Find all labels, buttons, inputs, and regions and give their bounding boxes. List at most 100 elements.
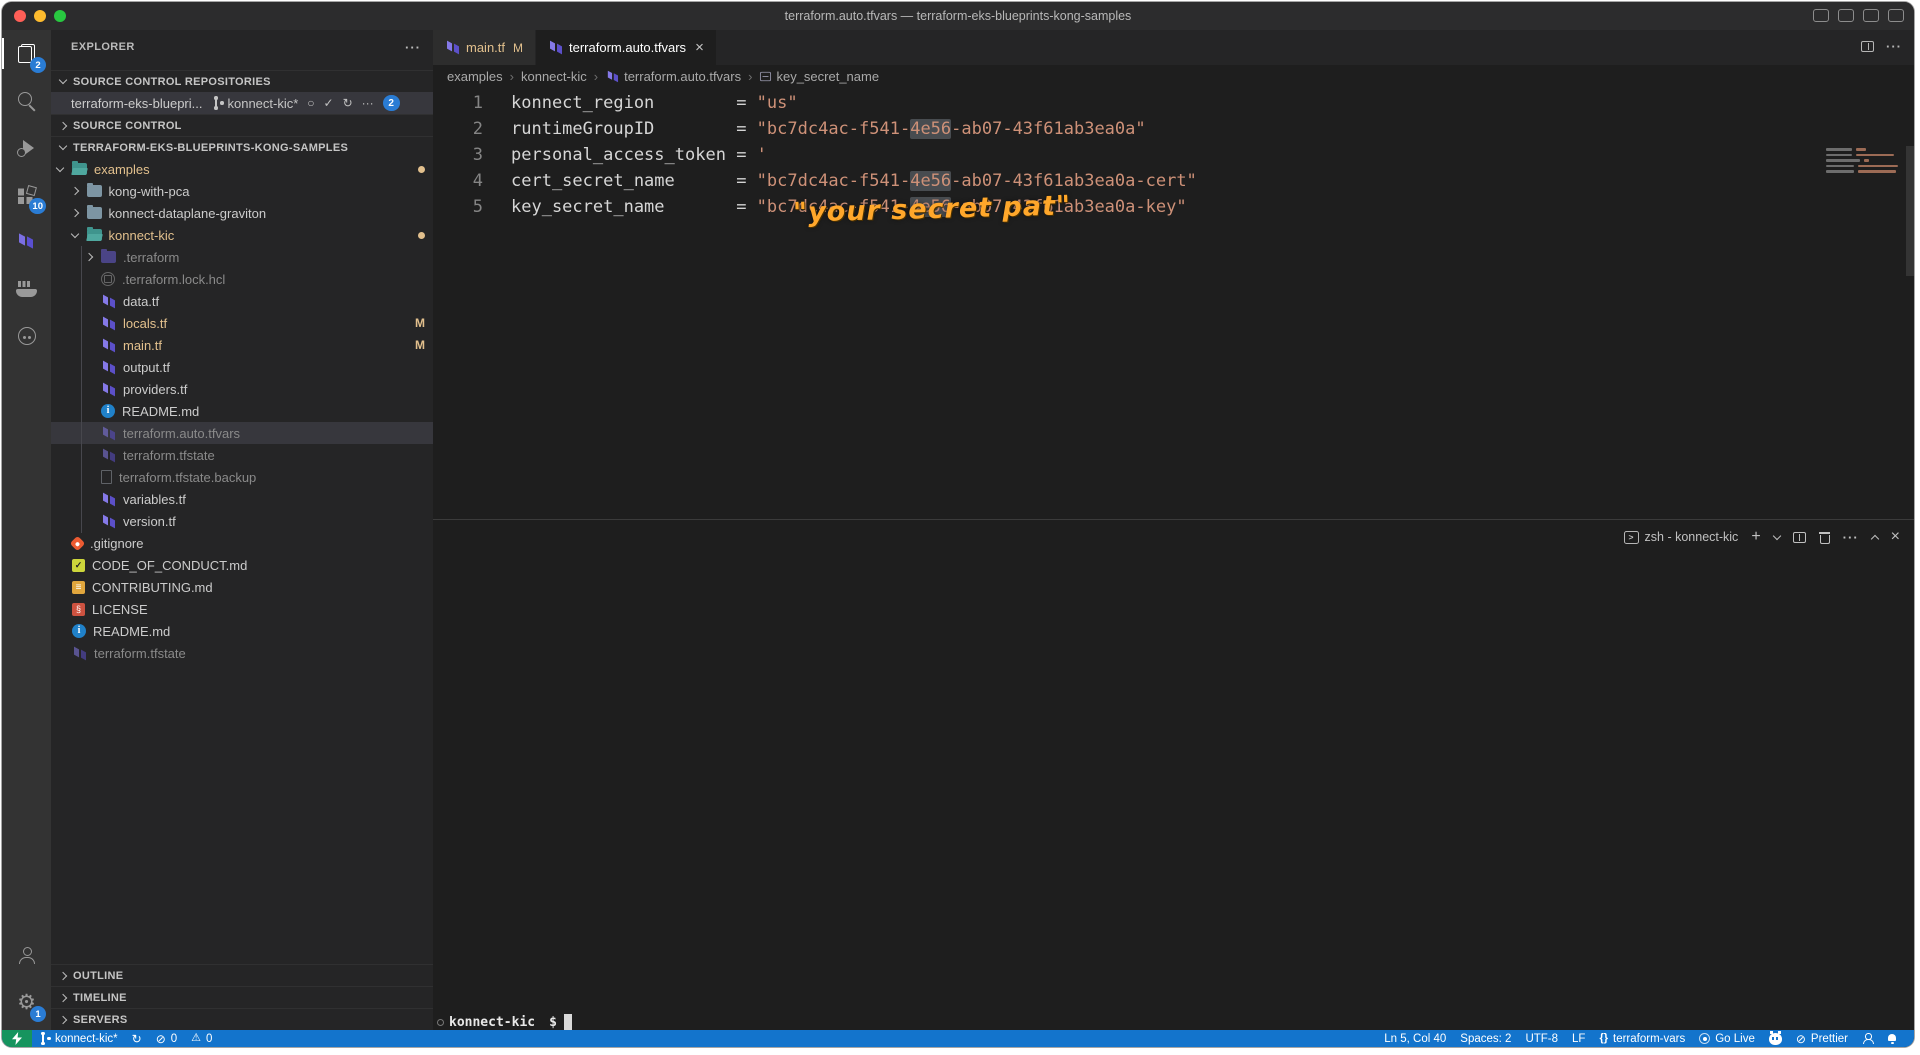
shell-selector[interactable]: zsh - konnect-kic — [1624, 531, 1739, 544]
code-line-item[interactable]: 3 personal_access_token = ' — [433, 142, 1914, 168]
section-workspace[interactable]: TERRAFORM-EKS-BLUEPRINTS-KONG-SAMPLES — [51, 136, 433, 158]
tree-item-gitignore[interactable]: .gitignore — [51, 532, 433, 554]
status-indentation[interactable]: Spaces: 2 — [1453, 1030, 1518, 1047]
status-warnings[interactable]: 0 — [184, 1030, 219, 1047]
crumb-terraform-auto-tfvars[interactable]: terraform.auto.tfvars — [587, 69, 741, 84]
activity-extensions[interactable]: 10 — [2, 171, 51, 218]
status-branch[interactable]: konnect-kic* — [32, 1030, 125, 1047]
tree-item-locals-tf[interactable]: locals.tf M — [51, 312, 433, 334]
terminal-icon — [1624, 531, 1639, 544]
close-tab-icon[interactable]: × — [695, 40, 704, 55]
repo-refresh-icon[interactable]: ↻ — [343, 97, 353, 109]
tree-item-main-tf[interactable]: main.tf M — [51, 334, 433, 356]
repo-row[interactable]: terraform-eks-bluepri... konnect-kic* ○ … — [51, 92, 433, 114]
tree-item-version-tf[interactable]: version.tf — [51, 510, 433, 532]
status-eol[interactable]: LF — [1565, 1030, 1592, 1047]
repo-commit-icon[interactable]: ✓ — [324, 97, 334, 109]
layout-toggle-secondary-sidebar[interactable] — [1863, 9, 1879, 22]
split-editor-icon[interactable] — [1861, 41, 1874, 52]
layout-customize-layout[interactable] — [1888, 9, 1904, 22]
tree-item-readme-md[interactable]: README.md — [51, 400, 433, 422]
code-line-item[interactable]: 4 cert_secret_name = "bc7dc4ac-f541-4e56… — [433, 168, 1914, 194]
tree-item-code-of-conduct-md[interactable]: CODE_OF_CONDUCT.md — [51, 554, 433, 576]
activity-search[interactable] — [2, 77, 51, 124]
tree-item-konnect-kic[interactable]: konnect-kic — [51, 224, 433, 246]
code-line-item[interactable]: 5 key_secret_name = "bc7dc4ac-f541-4e56-… — [433, 194, 1914, 220]
repo-cloud-icon[interactable]: ○ — [307, 97, 314, 109]
activity-github[interactable] — [2, 312, 51, 359]
section-outline[interactable]: OUTLINE — [51, 964, 433, 986]
tree-item-terraform-lock-hcl[interactable]: .terraform.lock.hcl — [51, 268, 433, 290]
crumb-key-secret-name[interactable]: key_secret_name — [741, 69, 879, 84]
tab-main-tf[interactable]: main.tf M — [433, 30, 536, 65]
status-prettier[interactable]: Prettier — [1789, 1030, 1855, 1047]
tree-item-terraform[interactable]: .terraform — [51, 246, 433, 268]
activity-accounts[interactable] — [2, 932, 51, 979]
window-title: terraform.auto.tfvars — terraform-eks-bl… — [785, 9, 1132, 23]
zoom-window-button[interactable] — [54, 10, 66, 22]
editor-scrollbar[interactable] — [1906, 146, 1914, 276]
code-editor[interactable]: 1 konnect_region = "us" 2 runtimeGroupID… — [433, 90, 1914, 519]
tree-item-terraform-tfstate[interactable]: terraform.tfstate — [51, 444, 433, 466]
activity-terraform[interactable] — [2, 218, 51, 265]
split-terminal-icon[interactable] — [1793, 532, 1806, 543]
repo-more-icon[interactable]: ··· — [362, 97, 374, 109]
status-feedback[interactable] — [1855, 1030, 1880, 1047]
tree-item-providers-tf[interactable]: providers.tf — [51, 378, 433, 400]
status-notifications[interactable] — [1880, 1030, 1904, 1047]
status-language-mode[interactable]: terraform-vars — [1592, 1030, 1692, 1047]
minimize-window-button[interactable] — [34, 10, 46, 22]
section-timeline[interactable]: TIMELINE — [51, 986, 433, 1008]
activity-explorer[interactable]: 2 — [2, 30, 51, 77]
crumb-examples[interactable]: examples — [447, 69, 503, 84]
panel-more-actions-icon[interactable]: ··· — [1843, 531, 1859, 544]
status-encoding[interactable]: UTF-8 — [1518, 1030, 1565, 1047]
launch-profile-chevron-icon[interactable] — [1774, 536, 1780, 539]
status-github[interactable] — [1762, 1030, 1789, 1047]
terminal-line-item — [449, 623, 1910, 643]
maximize-panel-icon[interactable] — [1872, 533, 1878, 542]
terraform-icon — [548, 41, 563, 54]
broadcast-icon — [1699, 1033, 1710, 1044]
close-window-button[interactable] — [14, 10, 26, 22]
new-terminal-icon[interactable] — [1751, 529, 1760, 545]
minimap[interactable] — [1826, 148, 1898, 176]
editor-more-actions-icon[interactable]: ··· — [1886, 40, 1902, 53]
tree-item-kong-with-pca[interactable]: kong-with-pca — [51, 180, 433, 202]
conduct-icon — [72, 559, 85, 572]
line-number: 3 — [433, 142, 483, 168]
section-source-control[interactable]: SOURCE CONTROL — [51, 114, 433, 136]
layout-toggle-primary-sidebar[interactable] — [1813, 9, 1829, 22]
status-sync[interactable] — [125, 1030, 149, 1047]
tree-item-output-tf[interactable]: output.tf — [51, 356, 433, 378]
code-line-item[interactable]: 1 konnect_region = "us" — [433, 90, 1914, 116]
section-servers[interactable]: SERVERS — [51, 1008, 433, 1030]
activity-run-debug[interactable] — [2, 124, 51, 171]
tree-item-license[interactable]: LICENSE — [51, 598, 433, 620]
tree-item-contributing-md[interactable]: CONTRIBUTING.md — [51, 576, 433, 598]
status-remote[interactable] — [2, 1030, 32, 1047]
layout-toggle-panel[interactable] — [1838, 9, 1854, 22]
tf-icon — [101, 339, 116, 352]
crumb-konnect-kic[interactable]: konnect-kic — [503, 69, 587, 84]
status-cursor-position[interactable]: Ln 5, Col 40 — [1377, 1030, 1453, 1047]
tree-item-readme-md[interactable]: README.md — [51, 620, 433, 642]
activity-settings[interactable]: 1 — [2, 979, 51, 1026]
tree-item-data-tf[interactable]: data.tf — [51, 290, 433, 312]
tab-terraform-auto-tfvars[interactable]: terraform.auto.tfvars × — [536, 30, 717, 65]
tree-item-terraform-tfstate-backup[interactable]: terraform.tfstate.backup — [51, 466, 433, 488]
tree-item-variables-tf[interactable]: variables.tf — [51, 488, 433, 510]
kill-terminal-icon[interactable] — [1819, 531, 1830, 543]
section-source-control-repositories[interactable]: SOURCE CONTROL REPOSITORIES — [51, 70, 433, 92]
status-errors[interactable]: 0 — [149, 1030, 184, 1047]
activity-docker[interactable] — [2, 265, 51, 312]
tree-item-terraform-auto-tfvars[interactable]: terraform.auto.tfvars — [51, 422, 433, 444]
tree-item-examples[interactable]: examples — [51, 158, 433, 180]
explorer-more-actions-icon[interactable]: ··· — [405, 40, 421, 55]
terminal-output[interactable]: konnect-kic $ — [449, 564, 1910, 1030]
tree-item-konnect-dataplane-graviton[interactable]: konnect-dataplane-graviton — [51, 202, 433, 224]
tree-item-terraform-tfstate[interactable]: terraform.tfstate — [51, 642, 433, 664]
status-go-live[interactable]: Go Live — [1692, 1030, 1762, 1047]
close-panel-icon[interactable] — [1891, 529, 1900, 545]
code-line-item[interactable]: 2 runtimeGroupID = "bc7dc4ac-f541-4e56-a… — [433, 116, 1914, 142]
